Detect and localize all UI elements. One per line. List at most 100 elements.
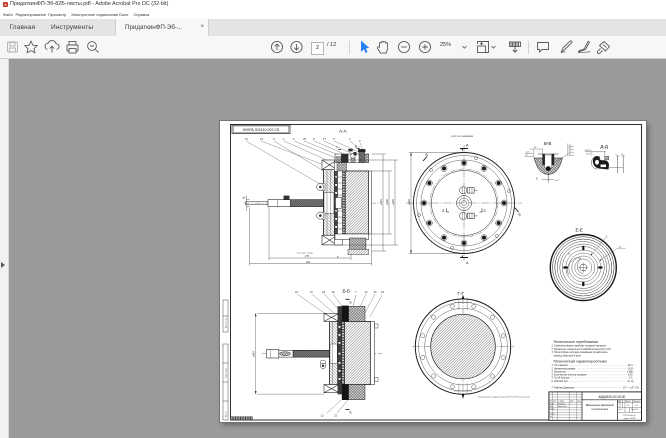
svg-text:Н9: Н9	[569, 148, 571, 150]
svg-text:10¯⁴ + 10¯² Па: 10¯⁴ + 10¯² Па	[623, 385, 639, 389]
svg-text:Г: Г	[336, 146, 338, 150]
svg-text:Техническая характеристика: Техническая характеристика	[553, 360, 607, 364]
svg-text:⌀4: ⌀4	[569, 150, 571, 153]
svg-text:Н7: Н7	[569, 154, 571, 156]
svg-text:* сварные швы по документам п: * сварные швы по документам пд ГОСТ 1477…	[477, 397, 530, 399]
svg-text:12: 12	[245, 137, 248, 141]
svg-text:+0,2: +0,2	[526, 152, 530, 154]
svg-text:Г: Г	[337, 255, 339, 259]
svg-text:3: 3	[273, 137, 275, 141]
svg-text:б1: б1	[621, 154, 623, 156]
svg-text:Изм: Изм	[549, 401, 552, 403]
svg-text:Д-Д: Д-Д	[600, 144, 607, 149]
svg-text:1: 1	[606, 235, 608, 239]
svg-text:175: 175	[305, 255, 310, 258]
svg-text:Д: Д	[484, 209, 486, 213]
svg-text:Подп.: Подп.	[570, 401, 575, 403]
svg-text:7: 7	[355, 290, 357, 294]
svg-text:3 кВт: 3 кВт	[627, 371, 634, 373]
svg-text:202: 202	[306, 261, 311, 264]
svg-text:21: 21	[333, 414, 337, 418]
svg-text:к6: к6	[619, 246, 622, 248]
svg-text:11: 11	[310, 290, 313, 294]
svg-text:Лист: Лист	[553, 401, 557, 403]
svg-text:⌀425: ⌀425	[407, 199, 411, 205]
svg-text:90 4: 90 4	[628, 364, 633, 367]
svg-text:Дата: Дата	[577, 401, 580, 403]
svg-text:12: 12	[365, 290, 368, 294]
svg-text:Пров.: Пров.	[549, 406, 554, 408]
svg-text:тип 1 из размеров: тип 1 из размеров	[451, 135, 474, 138]
svg-text:Б-Б: Б-Б	[343, 289, 351, 294]
svg-text:6,30: 6,30	[628, 375, 633, 377]
svg-text:10: 10	[332, 290, 335, 294]
svg-text:20: 20	[302, 137, 306, 141]
svg-text:А-А: А-А	[339, 129, 348, 134]
svg-text:АВД4100.00.10.00: АВД4100.00.10.00	[597, 395, 625, 399]
svg-text:Е-Е: Е-Е	[576, 228, 583, 233]
svg-text:ФЮРА.302110.003 СБ: ФЮРА.302110.003 СБ	[243, 128, 280, 132]
svg-text:Д: Д	[442, 209, 444, 213]
svg-text:30°: 30°	[568, 254, 571, 256]
svg-text:4: 4	[293, 137, 295, 141]
svg-text:⌀410: ⌀410	[252, 351, 256, 357]
svg-text:ТПУ ИнЭО гр.: ТПУ ИнЭО гр.	[623, 415, 636, 417]
svg-text:Т.контр.: Т.контр.	[549, 408, 555, 410]
svg-text:27,8-0,2: 27,8-0,2	[585, 150, 592, 152]
svg-text:помощь действий 6 атм: помощь действий 6 атм	[554, 354, 582, 357]
svg-text:2: 2	[348, 137, 351, 141]
svg-text:11: 11	[321, 414, 324, 418]
svg-text:18: 18	[322, 290, 325, 294]
svg-text:17: 17	[323, 137, 326, 141]
svg-text:Е: Е	[350, 411, 353, 415]
svg-text:Масштаб: Масштаб	[634, 401, 640, 403]
svg-text:Н.контр.: Н.контр.	[549, 413, 555, 415]
svg-text:1. Тип размера: 1. Тип размера	[552, 365, 569, 367]
svg-text:1. Свободноходовые требобы ток: 1. Свободноходовые требобы токарной патр…	[552, 345, 607, 348]
svg-text:4. Количество болтов патрона: 4. Количество болтов патрона	[552, 374, 587, 377]
svg-text:Технические требования: Технические требования	[553, 340, 598, 344]
svg-text:⌀340: ⌀340	[385, 199, 389, 205]
svg-text:Лист 2: Лист 2	[619, 409, 624, 411]
svg-text:Инв. №: Инв. №	[225, 411, 228, 417]
svg-text:исполнитель: исполнитель	[591, 408, 608, 411]
svg-text:2. Проверить открытие к3 чамб: 2. Проверить открытие к3 чамб Величина 0…	[551, 349, 612, 351]
svg-text:9: 9	[359, 139, 361, 143]
svg-text:15: 15	[374, 290, 377, 294]
svg-text:Масса: Масса	[626, 401, 630, 403]
svg-text:45°: 45°	[534, 147, 537, 149]
svg-text:А+ Н₂: А+ Н₂	[627, 380, 634, 383]
svg-text:Б: Б	[519, 213, 522, 217]
svg-text:Б: Б	[426, 153, 429, 157]
svg-text:м6: м6	[243, 197, 247, 200]
svg-text:Подп. и дата: Подп. и дата	[226, 368, 228, 378]
svg-text:2,2: 2,2	[569, 145, 572, 147]
svg-text:±0,1: ±0,1	[586, 153, 590, 155]
svg-text:В-В: В-В	[544, 141, 551, 146]
svg-text:Разраб.: Разраб.	[549, 403, 555, 405]
svg-text:22: 22	[294, 290, 298, 294]
svg-text:Е: Е	[350, 301, 353, 305]
svg-text:Г-Г: Г-Г	[458, 291, 465, 296]
svg-text:5. Тип В болтов: 5. Тип В болтов	[552, 378, 570, 380]
svg-text:7. Рабочее Давление: 7. Рабочее Давление	[552, 387, 575, 389]
svg-text:Придаткин: Придаткин	[558, 403, 566, 405]
svg-text:1: 1	[283, 137, 285, 141]
svg-text:14: 14	[260, 137, 263, 141]
svg-text:Инв. № подл.: Инв. № подл.	[225, 317, 228, 328]
svg-text:б: б	[615, 154, 616, 156]
svg-text:3. Мощность: 3. Мощность	[552, 371, 567, 373]
svg-text:* отв. маб. по вид.: * отв. маб. по вид.	[296, 253, 313, 255]
svg-text:3. После сборки систему охлажд: 3. После сборки систему охлаждения отраб…	[552, 351, 609, 354]
svg-text:группа З-8Л52: группа З-8Л52	[624, 418, 636, 420]
svg-text:2 А: 2 А	[628, 377, 633, 380]
svg-text:В: В	[355, 145, 357, 149]
svg-text:2. Натяжения размер: 2. Натяжения размер	[551, 368, 576, 370]
svg-text:Б: Б	[536, 178, 538, 181]
svg-text:6: 6	[313, 137, 315, 141]
svg-text:А: А	[466, 261, 469, 265]
svg-text:±0,2: ±0,2	[555, 180, 560, 182]
svg-text:А: А	[466, 144, 469, 148]
svg-text:6. Рабочий ход: 6. Рабочий ход	[552, 380, 569, 383]
svg-text:Листов 12: Листов 12	[631, 409, 638, 411]
